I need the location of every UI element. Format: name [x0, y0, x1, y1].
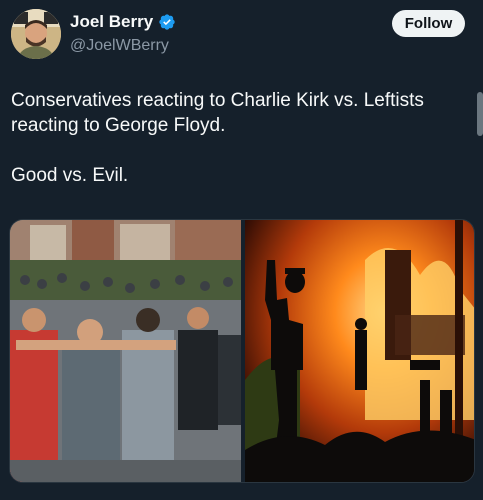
tweet-text-line: Conservatives reacting to Charlie Kirk v…	[11, 90, 424, 136]
tweet-text: Conservatives reacting to Charlie Kirk v…	[11, 88, 471, 188]
avatar[interactable]	[11, 9, 61, 59]
tweet-text-line: Good vs. Evil.	[11, 165, 129, 186]
author-handle[interactable]: @JoelWBerry	[70, 36, 169, 56]
tweet-header: Joel Berry @JoelWBerry Follow	[0, 0, 483, 70]
verified-badge-icon	[159, 14, 175, 30]
tweet-media[interactable]	[9, 219, 475, 483]
scrollbar-thumb[interactable]	[477, 92, 483, 136]
avatar-photo-icon	[11, 9, 61, 59]
author-name-row: Joel Berry	[70, 12, 176, 32]
crowd-prayer-photo-icon[interactable]	[10, 220, 241, 483]
tweet-text-spacer	[11, 138, 471, 163]
follow-button[interactable]: Follow	[392, 10, 465, 37]
riot-fire-photo-icon[interactable]	[245, 220, 475, 483]
author-display-name[interactable]: Joel Berry	[70, 12, 153, 32]
